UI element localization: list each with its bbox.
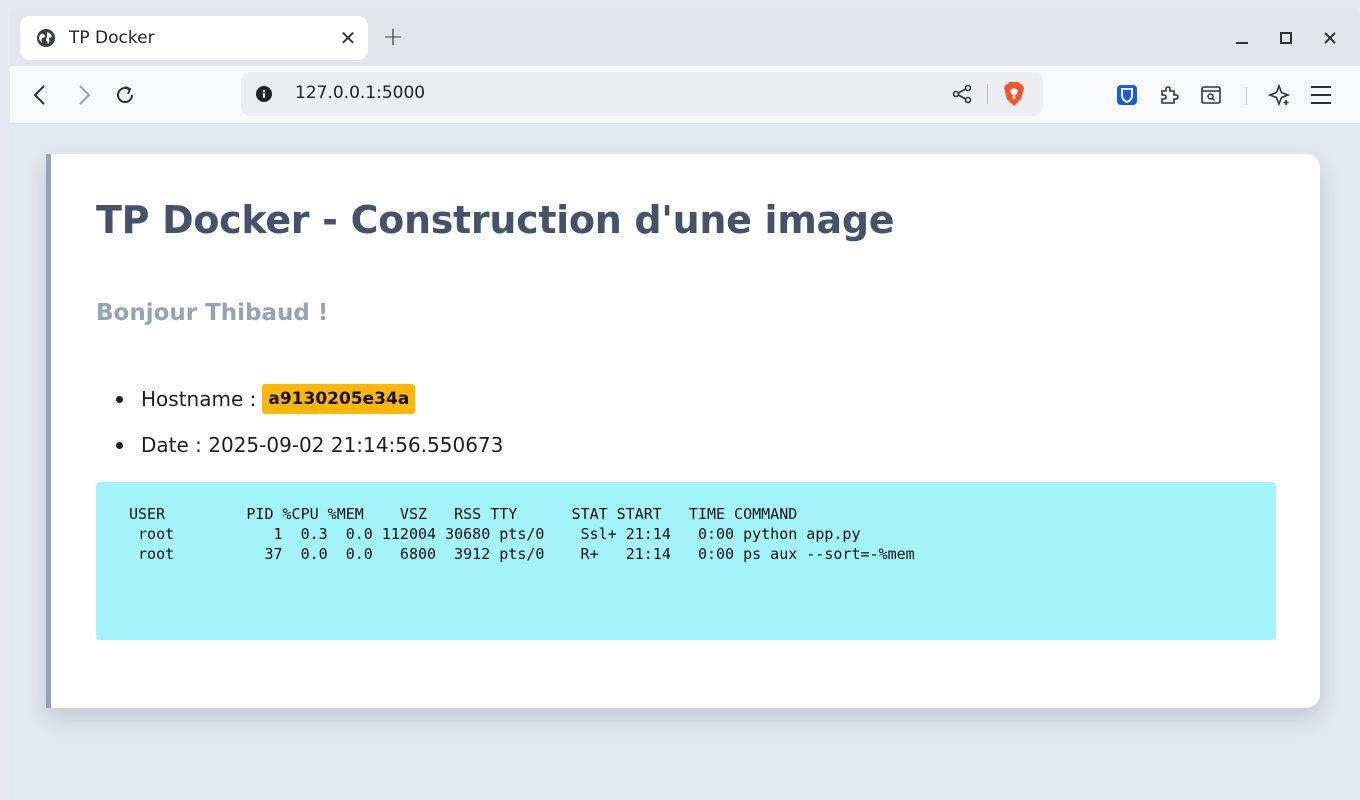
browser-window: TP Docker ✕ + 127.0.0.1:5000 TP Docker -…: [10, 8, 1360, 800]
close-window-icon[interactable]: [1316, 24, 1344, 52]
content-card: TP Docker - Construction d'une image Bon…: [46, 154, 1320, 708]
bitwarden-extension-icon[interactable]: [1112, 80, 1142, 110]
globe-icon: [37, 29, 55, 47]
list-item-hostname: Hostname : a9130205e34a: [96, 376, 503, 422]
reader-mode-icon[interactable]: [1196, 80, 1226, 110]
ps-header-line: USER PID %CPU %MEM VSZ RSS TTY STAT STAR…: [129, 505, 798, 523]
new-tab-icon[interactable]: +: [378, 22, 408, 52]
ps-row: root 1 0.3 0.0 112004 30680 pts/0 Ssl+ 2…: [129, 525, 861, 543]
toolbar: 127.0.0.1:5000: [10, 66, 1360, 124]
menu-icon[interactable]: [1306, 80, 1336, 110]
back-icon[interactable]: [26, 80, 56, 110]
bullet-icon: [116, 396, 123, 403]
hostname-label: Hostname :: [141, 387, 257, 411]
tab-tp-docker[interactable]: TP Docker ✕: [20, 16, 368, 60]
brave-shields-icon[interactable]: [1002, 81, 1026, 107]
greeting-heading: Bonjour Thibaud !: [96, 300, 329, 326]
url-text: 127.0.0.1:5000: [295, 83, 426, 103]
list-item-date: Date : 2025-09-02 21:14:56.550673: [96, 422, 503, 468]
reload-icon[interactable]: [110, 80, 140, 110]
site-info-icon[interactable]: [255, 85, 273, 103]
toolbar-divider: [1246, 87, 1247, 105]
divider: [987, 84, 988, 104]
extensions-puzzle-icon[interactable]: [1154, 80, 1184, 110]
ps-row: root 37 0.0 0.0 6800 3912 pts/0 R+ 21:14…: [129, 545, 915, 563]
address-bar[interactable]: 127.0.0.1:5000: [241, 72, 1043, 116]
tab-title: TP Docker: [69, 28, 155, 48]
process-list-output: USER PID %CPU %MEM VSZ RSS TTY STAT STAR…: [96, 482, 1276, 640]
page-title: TP Docker - Construction d'une image: [96, 198, 895, 242]
minimize-icon[interactable]: [1228, 24, 1256, 52]
page-viewport: TP Docker - Construction d'une image Bon…: [10, 124, 1360, 800]
forward-icon[interactable]: [68, 80, 98, 110]
share-icon[interactable]: [951, 83, 973, 105]
date-text: Date : 2025-09-02 21:14:56.550673: [141, 433, 504, 457]
info-list: Hostname : a9130205e34a Date : 2025-09-0…: [96, 376, 503, 468]
bullet-icon: [116, 442, 123, 449]
maximize-icon[interactable]: [1272, 24, 1300, 52]
hostname-badge: a9130205e34a: [262, 384, 416, 414]
leo-ai-icon[interactable]: [1264, 80, 1294, 110]
close-tab-icon[interactable]: ✕: [336, 26, 360, 50]
tab-strip: TP Docker ✕ +: [10, 8, 1360, 66]
